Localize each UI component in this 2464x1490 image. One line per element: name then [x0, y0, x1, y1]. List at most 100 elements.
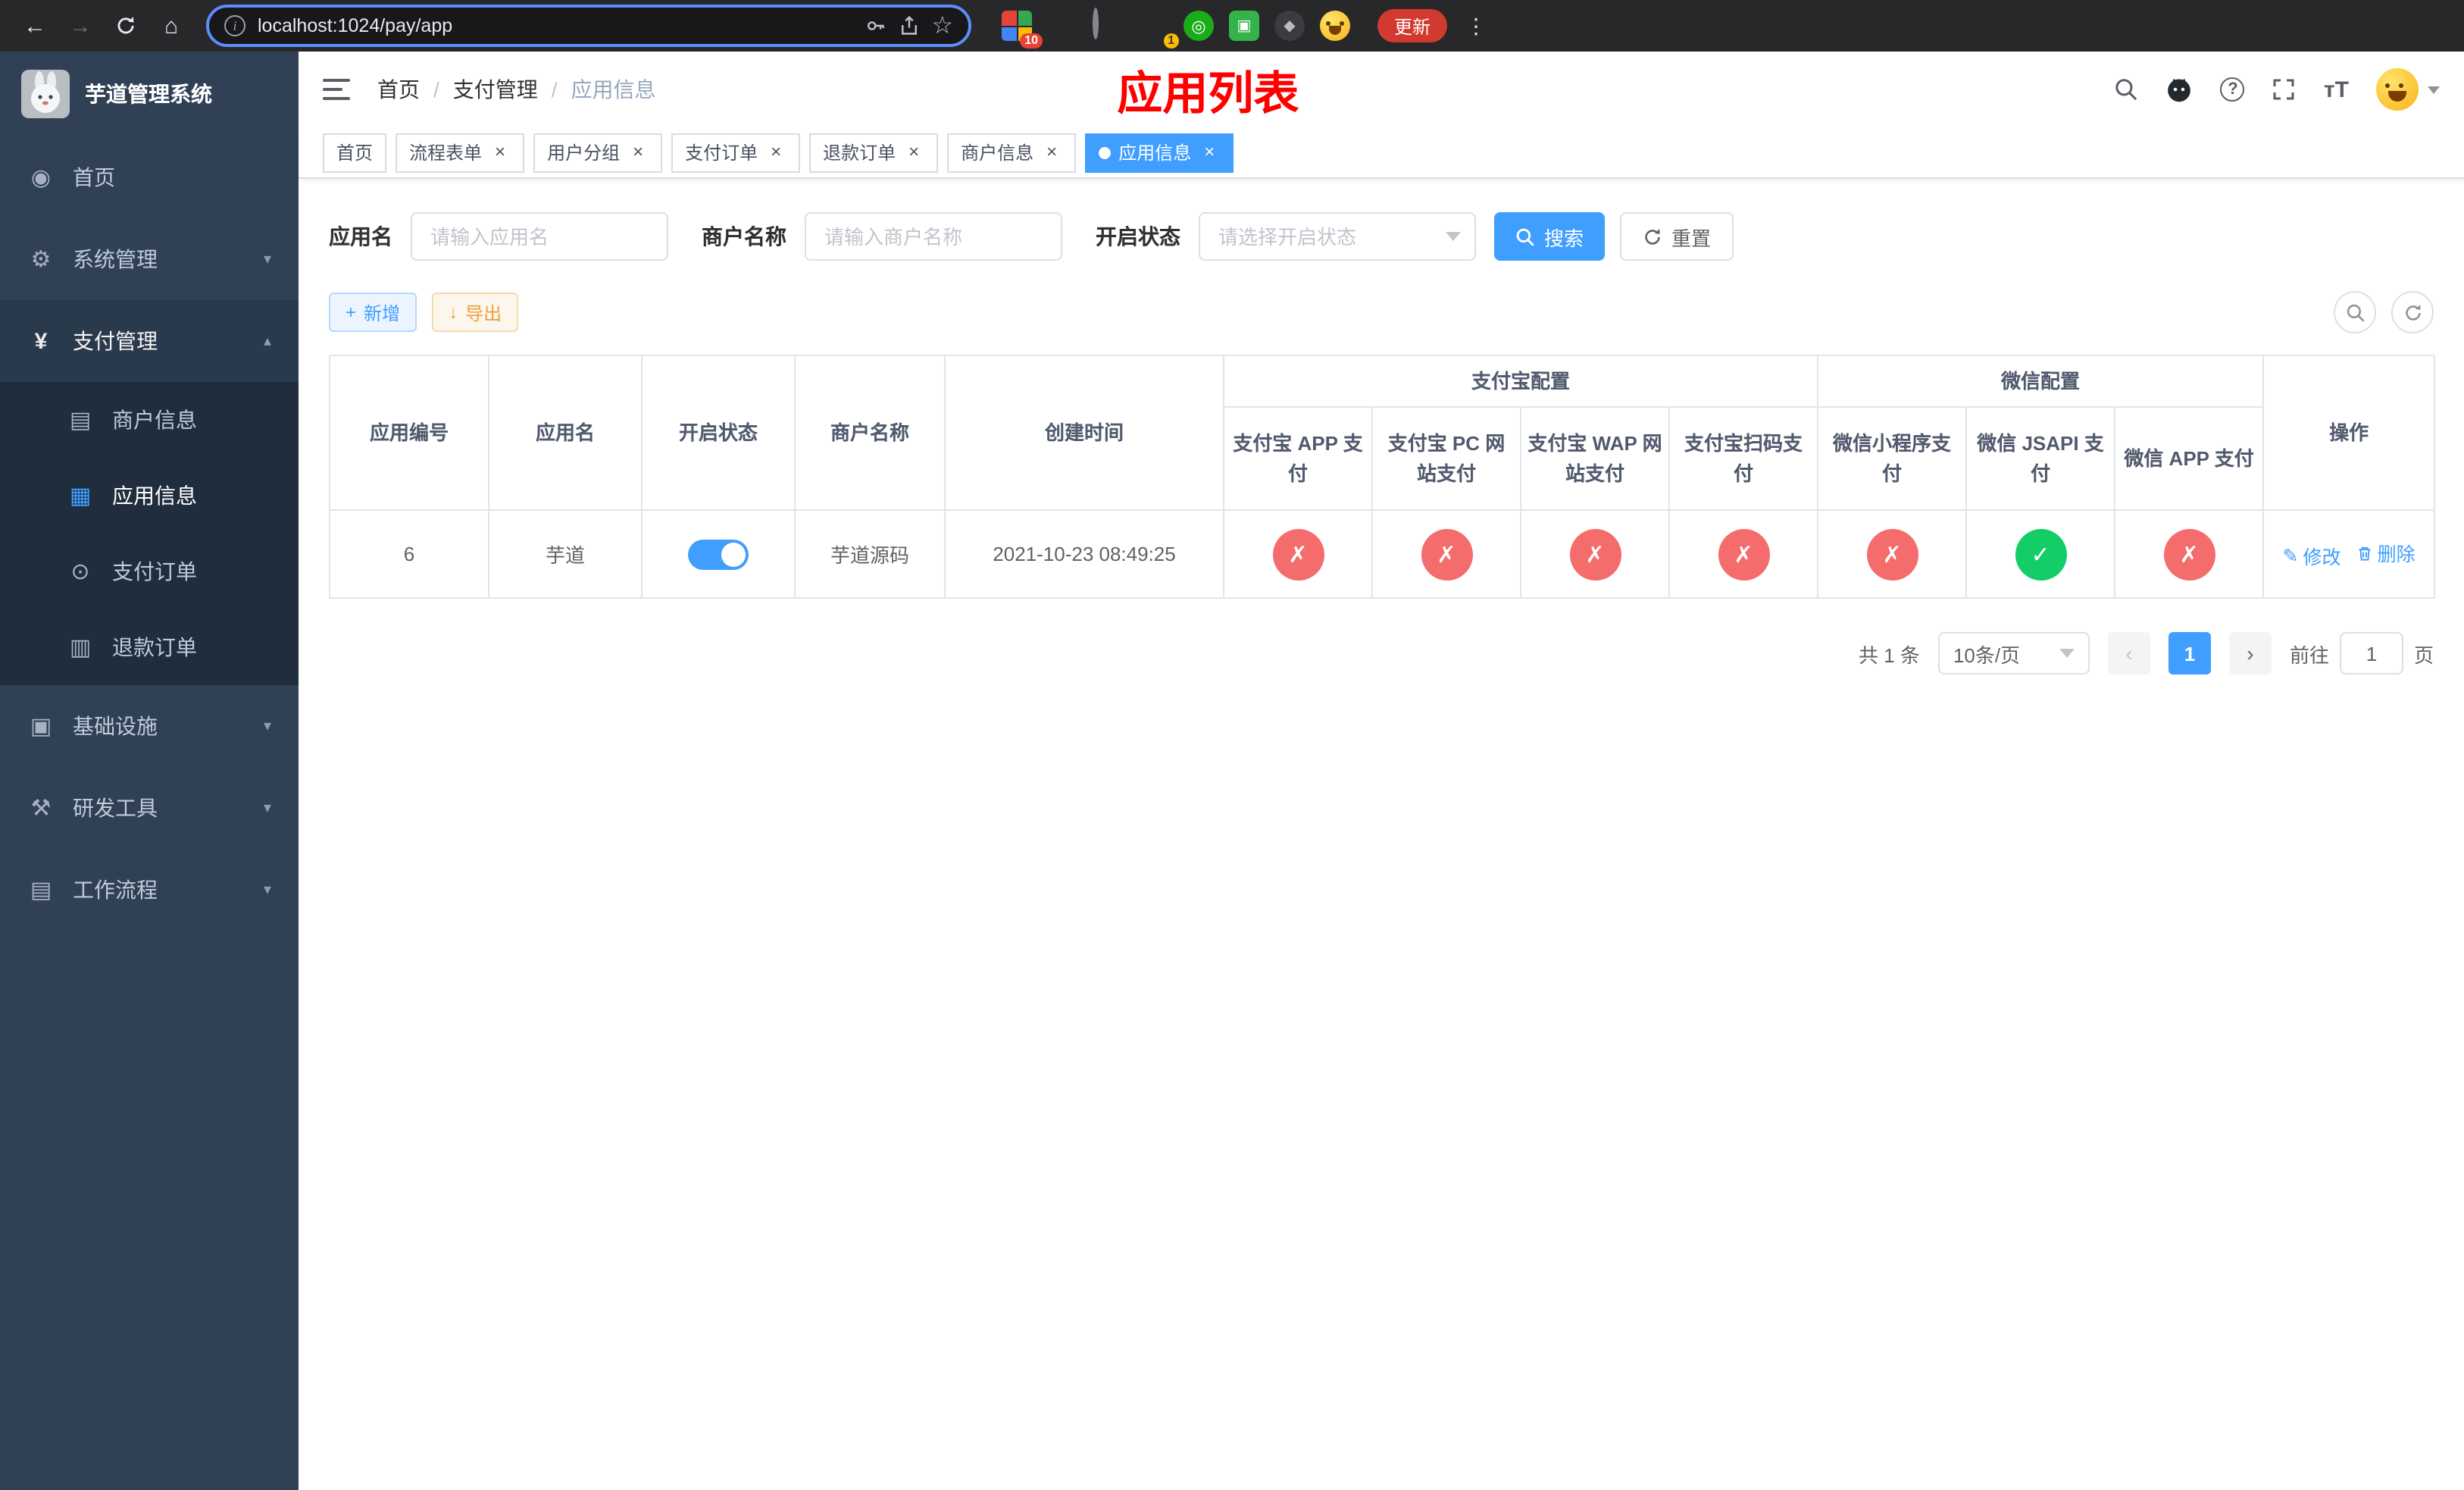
tab-process-form[interactable]: 流程表单 ×: [396, 133, 525, 172]
extension-emoji-icon[interactable]: [1320, 11, 1350, 41]
status-select[interactable]: [1199, 212, 1476, 261]
password-key-icon[interactable]: [865, 15, 886, 36]
search-button-label: 搜索: [1544, 227, 1584, 249]
browser-home-button[interactable]: ⌂: [152, 6, 191, 45]
sidebar-item-merchant-info[interactable]: ▤ 商户信息: [0, 382, 299, 458]
close-icon[interactable]: ×: [489, 141, 511, 163]
app-name-input[interactable]: [411, 212, 668, 261]
col-wechat-jsapi: 微信 JSAPI 支付: [1965, 406, 2116, 511]
page-number-button[interactable]: 1: [2168, 632, 2211, 675]
page-size-select[interactable]: 10条/页: [1937, 632, 2090, 675]
sidebar-item-workflow[interactable]: ▤ 工作流程 ▾: [0, 849, 299, 931]
tab-label: 流程表单: [409, 142, 483, 164]
extension-wechat-devtools-icon[interactable]: ◎: [1184, 11, 1214, 41]
col-merchant: 商户名称: [794, 355, 946, 511]
sidebar-item-infrastructure[interactable]: ▣ 基础设施 ▾: [0, 685, 299, 767]
logo[interactable]: 芋道管理系统: [0, 52, 299, 136]
export-button[interactable]: ↓ 导出: [432, 293, 519, 332]
extension-messenger-icon[interactable]: ▣: [1229, 11, 1259, 41]
address-bar[interactable]: i localhost:1024/pay/app ☆: [206, 5, 971, 47]
site-info-icon[interactable]: i: [224, 15, 245, 36]
col-status: 开启状态: [641, 355, 796, 511]
sidebar-item-app-info[interactable]: ▦ 应用信息: [0, 458, 299, 534]
close-icon[interactable]: ×: [1041, 141, 1062, 163]
goto-page-input[interactable]: [2339, 632, 2403, 675]
reset-button[interactable]: 重置: [1620, 212, 1734, 261]
prev-page-button[interactable]: ‹: [2107, 632, 2150, 675]
sidebar-item-devtools[interactable]: ⚒ 研发工具 ▾: [0, 767, 299, 849]
delete-link[interactable]: 删除: [2356, 539, 2416, 568]
tab-home[interactable]: 首页: [323, 133, 387, 172]
tab-payment-orders[interactable]: 支付订单 ×: [671, 133, 801, 172]
sidebar-item-refund-orders[interactable]: ▥ 退款订单: [0, 609, 299, 685]
top-navbar: 首页 / 支付管理 / 应用信息 应用列表 ? тT: [299, 52, 2464, 127]
main-panel: 首页 / 支付管理 / 应用信息 应用列表 ? тT 首页 流程表单 × 用户分…: [299, 52, 2464, 1490]
tab-user-group[interactable]: 用户分组 ×: [533, 133, 663, 172]
chevron-up-icon: ▴: [263, 333, 271, 349]
sidebar-item-label: 基础设施: [73, 714, 158, 738]
browser-reload-button[interactable]: [106, 6, 145, 45]
status-select-input[interactable]: [1199, 212, 1476, 261]
extension-badge: 1: [1163, 33, 1179, 49]
extension-drop-icon[interactable]: [1047, 11, 1077, 41]
sidebar-collapse-icon[interactable]: [323, 79, 350, 100]
breadcrumb-home[interactable]: 首页: [377, 74, 420, 105]
close-icon[interactable]: ×: [627, 141, 649, 163]
sidebar-item-payment[interactable]: ¥ 支付管理 ▴: [0, 300, 299, 382]
github-icon[interactable]: [2166, 76, 2194, 103]
cell-wechat-app: ✗: [2114, 509, 2265, 599]
extension-avatar-icon[interactable]: 1: [1138, 11, 1179, 49]
url-text[interactable]: localhost:1024/pay/app: [258, 15, 852, 36]
goto-label: 前往: [2289, 643, 2329, 666]
merchant-name-input[interactable]: [805, 212, 1062, 261]
screen: ← → ⌂ i localhost:1024/pay/app ☆ 10 1 ◎ …: [0, 0, 2464, 1490]
gear-icon: ⚙: [30, 247, 52, 273]
browser-menu-icon[interactable]: ⋮: [1465, 13, 1487, 39]
bookmark-star-icon[interactable]: ☆: [931, 11, 953, 41]
tab-merchant-info[interactable]: 商户信息 ×: [947, 133, 1077, 172]
edit-link[interactable]: ✎ 修改: [2283, 541, 2341, 570]
breadcrumb-payment[interactable]: 支付管理: [453, 74, 538, 105]
show-search-icon[interactable]: [2334, 291, 2376, 333]
add-button-label: 新增: [364, 302, 401, 324]
add-button[interactable]: + 新增: [329, 293, 417, 332]
cell-app-name: 芋道: [488, 509, 643, 599]
col-created: 创建时间: [944, 355, 1224, 511]
tab-refund-orders[interactable]: 退款订单 ×: [809, 133, 939, 172]
browser-update-button[interactable]: 更新: [1377, 9, 1448, 42]
status-toggle[interactable]: [688, 539, 749, 569]
page-title: 应用列表: [1117, 70, 1299, 120]
next-page-button[interactable]: ›: [2228, 632, 2272, 675]
tab-label: 支付订单: [685, 142, 758, 164]
extension-badge: 10: [1020, 33, 1043, 49]
browser-back-button[interactable]: ←: [15, 6, 55, 45]
search-button[interactable]: 搜索: [1494, 212, 1606, 261]
cell-status: [641, 509, 796, 599]
font-size-icon[interactable]: тT: [2324, 77, 2349, 102]
close-icon[interactable]: ×: [1199, 141, 1220, 163]
sidebar-item-home[interactable]: ◉ 首页: [0, 136, 299, 218]
close-icon[interactable]: ×: [903, 141, 924, 163]
search-icon[interactable]: [2115, 77, 2139, 102]
sidebar-item-payment-orders[interactable]: ⊙ 支付订单: [0, 534, 299, 609]
refresh-icon[interactable]: [2391, 291, 2434, 333]
browser-forward-button[interactable]: →: [61, 6, 100, 45]
user-menu[interactable]: [2376, 68, 2440, 111]
status-indicator-icon: ✗: [1866, 528, 1918, 580]
export-button-label: 导出: [465, 302, 502, 324]
tab-app-info[interactable]: 应用信息 ×: [1085, 133, 1234, 172]
col-wechat-lite: 微信小程序支付: [1817, 406, 1968, 511]
extension-pin-icon[interactable]: ◆: [1274, 11, 1305, 41]
help-icon[interactable]: ?: [2220, 77, 2245, 102]
fullscreen-icon[interactable]: [2272, 77, 2297, 102]
table-toolbar: + 新增 ↓ 导出: [329, 291, 2434, 333]
sidebar-item-system[interactable]: ⚙ 系统管理 ▾: [0, 218, 299, 300]
card-icon: ▤: [69, 408, 92, 434]
breadcrumb-separator: /: [551, 77, 558, 102]
share-icon[interactable]: [898, 15, 919, 36]
close-icon[interactable]: ×: [765, 141, 786, 163]
extension-grid-icon[interactable]: 10: [1002, 11, 1043, 49]
app-table: 应用编号 应用名 开启状态 商户名称 创建时间 支付宝配置 微信配置 操作 支付…: [329, 355, 2436, 599]
status-indicator-icon: ✓: [2015, 528, 2067, 580]
extension-dark-circle-icon[interactable]: [1093, 8, 1123, 41]
